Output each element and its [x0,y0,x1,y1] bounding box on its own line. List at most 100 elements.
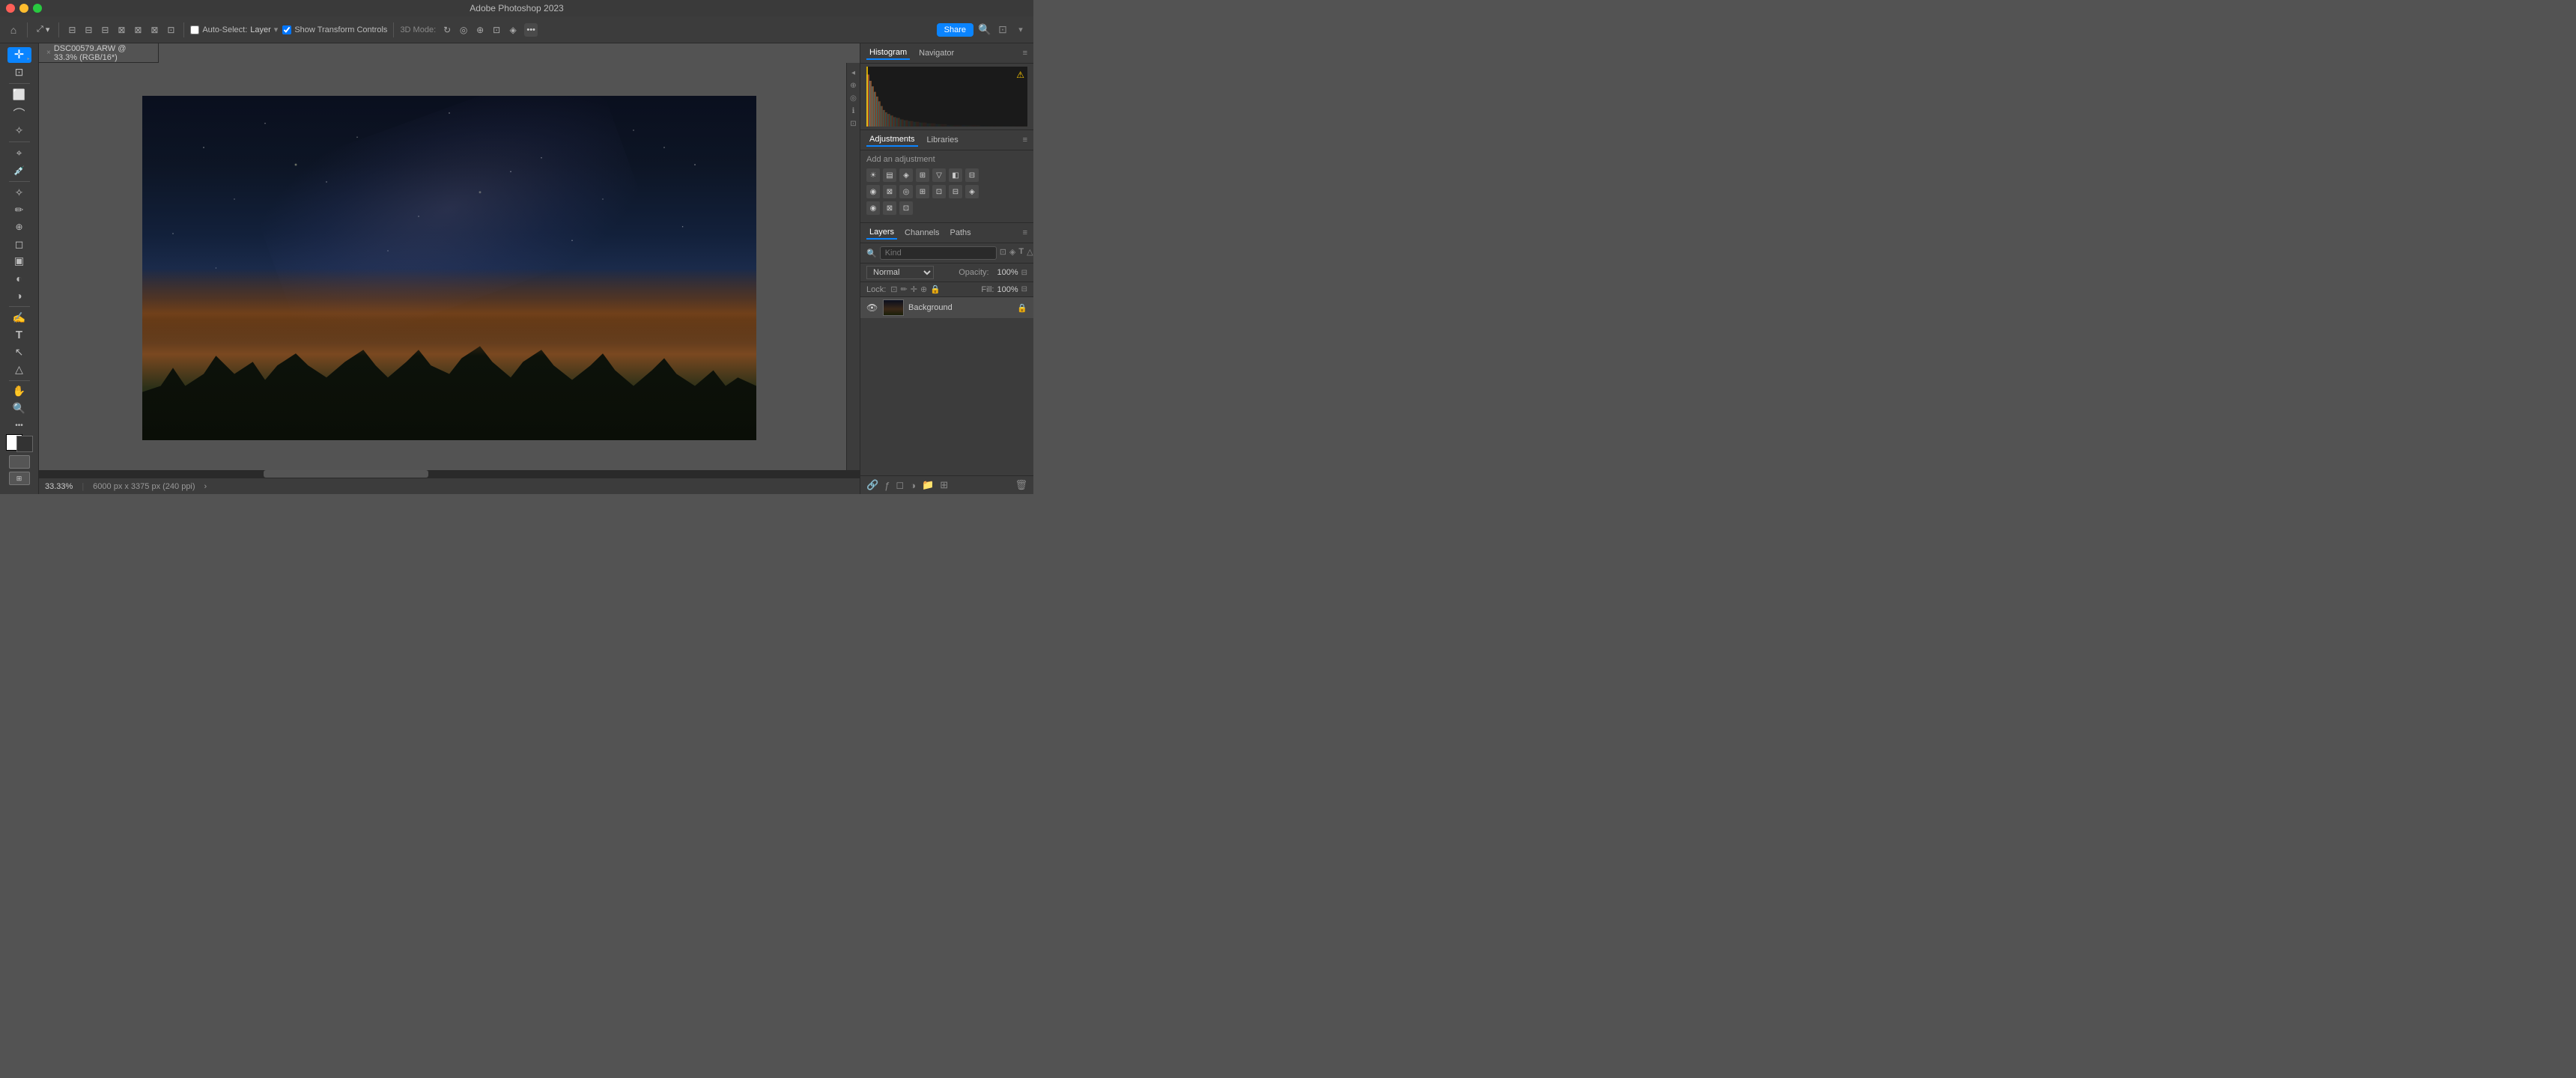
curves-button[interactable]: ◈ [899,168,913,182]
filter-adjustment-button[interactable]: ◈ [1009,247,1015,259]
collapse-arrow-top[interactable]: ◂ [849,69,857,77]
3d-scale-button[interactable]: ⊕ [473,23,487,37]
hand-button[interactable]: ✋ [7,383,31,399]
invert-button[interactable]: ⊡ [932,185,946,198]
align-bottom-button[interactable]: ⊠ [148,23,161,37]
color-balance-button[interactable]: ⊟ [965,168,979,182]
type-button[interactable]: T [7,327,31,343]
threshold-button[interactable]: ◈ [965,185,979,198]
rectangle-select-button[interactable]: ⬜ [7,87,31,103]
lasso-button[interactable]: ⌒ [7,104,31,122]
tab-paths[interactable]: Paths [947,227,974,239]
stamp-button[interactable]: ⊕ [7,219,31,235]
artboard-tool-button[interactable]: ⊡ [7,64,31,80]
window-controls[interactable] [6,4,42,13]
show-transform-checkbox[interactable] [282,25,291,34]
more-options-button[interactable]: ••• [524,23,538,37]
crop-button[interactable]: ⌖ [7,145,31,161]
brightness-contrast-button[interactable]: ☀ [866,168,880,182]
3d-dolly-button[interactable]: ⊡ [490,23,503,37]
tab-navigator[interactable]: Navigator [916,47,957,59]
align-top-button[interactable]: ⊠ [115,23,128,37]
brush-button[interactable]: ✏ [7,202,31,218]
zoom-button[interactable]: 🔍 [7,401,31,416]
show-transform-option[interactable]: Show Transform Controls [282,25,387,34]
screen-mode-button[interactable]: ⊞ [9,472,30,485]
filter-type-button[interactable]: T [1018,247,1024,259]
adjustments-menu-button[interactable]: ≡ [1023,135,1027,144]
search-button[interactable]: 🔍 [978,23,991,37]
home-button[interactable]: ⌂ [6,22,21,37]
new-layer-button[interactable]: ⊞ [940,479,948,491]
right-strip-icon-2[interactable]: ◎ [850,94,857,103]
right-strip-icon-3[interactable]: ℹ [852,107,855,115]
shape-button[interactable]: △ [7,362,31,377]
exposure-button[interactable]: ⊞ [916,168,929,182]
fill-stepper[interactable]: ⊟ [1021,285,1027,293]
blur-button[interactable]: ◐ [7,270,31,286]
opacity-stepper[interactable]: ⊟ [1021,269,1027,277]
hsl-button[interactable]: ◧ [949,168,962,182]
right-strip-icon-4[interactable]: ⊡ [850,120,856,128]
align-center-h-button[interactable]: ⊟ [82,23,95,37]
vibrance-button[interactable]: ▽ [932,168,946,182]
quick-mask-button[interactable] [9,455,30,469]
channel-mixer-button[interactable]: ◎ [899,185,913,198]
move-tool-button[interactable]: ✛ ▸ [7,47,31,63]
share-button[interactable]: Share [937,23,973,37]
workspace-dropdown-button[interactable]: ▾ [1014,23,1027,37]
auto-select-checkbox[interactable] [190,25,199,34]
color-lookup-button[interactable]: ⊞ [916,185,929,198]
distribute-button[interactable]: ⊡ [164,23,177,37]
filter-pixel-button[interactable]: ⊡ [1000,247,1006,259]
dodge-button[interactable]: ◑ [7,287,31,303]
tab-libraries[interactable]: Libraries [924,134,962,146]
delete-layer-button[interactable]: 🗑 [1015,479,1027,491]
histogram-menu-button[interactable]: ≡ [1023,49,1027,58]
eraser-button[interactable]: ◻ [7,237,31,252]
magic-wand-button[interactable]: ✧ [7,124,31,139]
tab-adjustments[interactable]: Adjustments [866,133,918,147]
adj-icon-extra[interactable]: ⊡ [899,201,913,215]
tab-histogram[interactable]: Histogram [866,46,910,60]
filter-shape-button[interactable]: △ [1027,247,1033,259]
gradient-map-button[interactable]: ◉ [866,201,880,215]
blend-mode-select[interactable]: Normal Dissolve Multiply Screen Overlay [866,266,934,279]
posterize-button[interactable]: ⊟ [949,185,962,198]
new-group-button[interactable]: 📁 [922,479,934,491]
lock-transparent-button[interactable]: ⊡ [890,284,897,294]
lock-image-button[interactable]: ✏ [901,284,908,294]
document-tab-close[interactable]: × [46,49,51,57]
move-tool-option[interactable]: ⤢ ▾ [34,23,52,36]
layers-menu-button[interactable]: ≡ [1023,228,1027,237]
auto-select-option[interactable]: Auto-Select: Layer ▾ [190,25,278,34]
layer-visibility-toggle[interactable]: 👁 [866,302,878,313]
layers-search-input[interactable] [880,246,997,260]
3d-rotate-button[interactable]: ↻ [440,23,454,37]
add-mask-button[interactable]: ◻ [896,479,904,491]
more-tools-button[interactable]: ••• [7,418,31,433]
black-white-button[interactable]: ◉ [866,185,880,198]
right-strip-icon-1[interactable]: ⊕ [850,82,856,90]
document-tab[interactable]: × DSC00579.ARW @ 33.3% (RGB/16*) [39,43,159,62]
healing-brush-button[interactable]: ✧ [7,185,31,201]
layer-dropdown-arrow[interactable]: ▾ [274,25,279,34]
fill-value[interactable]: 100% [997,285,1018,294]
gradient-button[interactable]: ▣ [7,254,31,270]
pen-button[interactable]: ✍ [7,310,31,326]
lock-all-button[interactable]: 🔒 [930,284,941,294]
new-fill-adjustment-button[interactable]: ◑ [910,480,916,491]
add-style-button[interactable]: ƒ [884,480,890,491]
close-button[interactable] [6,4,15,13]
eyedropper-button[interactable]: 💉 [7,162,31,178]
3d-pan-button[interactable]: ◎ [457,23,470,37]
align-left-button[interactable]: ⊟ [65,23,79,37]
color-swatches[interactable] [6,434,33,452]
status-arrow[interactable]: › [204,482,207,491]
photo-filter-button[interactable]: ⊠ [883,185,896,198]
tab-channels[interactable]: Channels [902,227,942,239]
align-right-button[interactable]: ⊟ [98,23,112,37]
layer-item-background[interactable]: 👁 Background 🔒 [860,297,1033,319]
levels-button[interactable]: ▤ [883,168,896,182]
lock-artboard-button[interactable]: ⊕ [920,284,927,294]
